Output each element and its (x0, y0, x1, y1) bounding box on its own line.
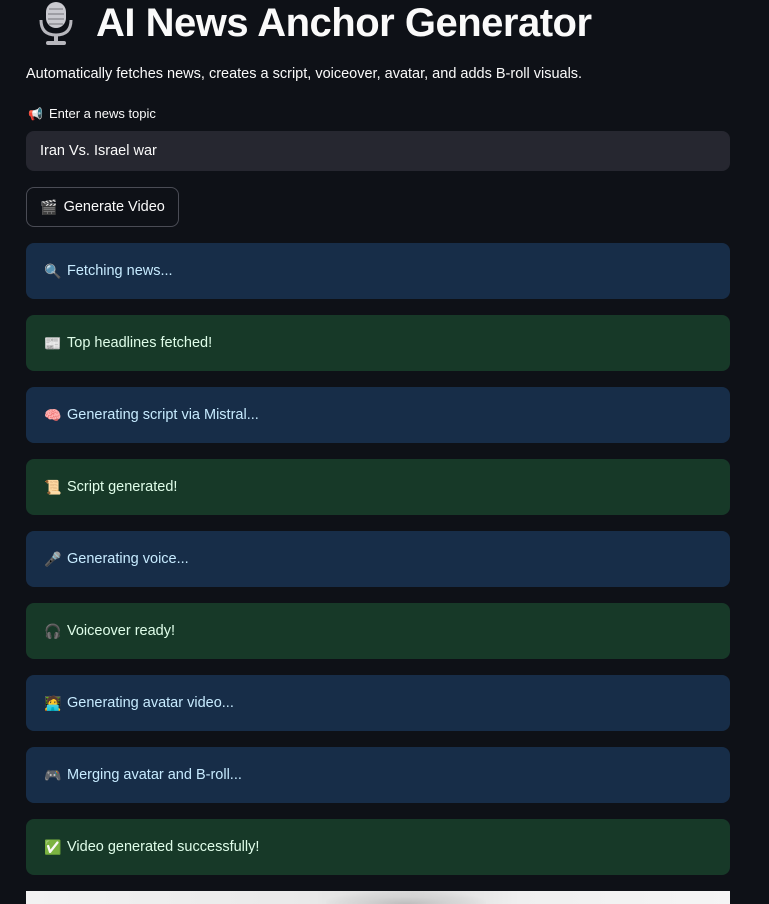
status-alert-text: Top headlines fetched! (67, 335, 213, 351)
technologist-icon: 🧑‍💻 (44, 694, 62, 711)
app-page: AI News Anchor Generator Automatically f… (0, 0, 769, 904)
scroll-icon: 📜 (44, 478, 62, 495)
status-alert-text: Generating voice... (67, 551, 189, 567)
status-alert-text: Script generated! (67, 479, 178, 495)
brain-icon: 🧠 (44, 406, 62, 423)
status-alert-text: Fetching news... (67, 263, 173, 279)
status-alert-merging-broll: 🎮 Merging avatar and B-roll... (26, 747, 730, 803)
status-alert-text: Generating avatar video... (67, 695, 234, 711)
status-alert-generating-avatar: 🧑‍💻 Generating avatar video... (26, 675, 730, 731)
status-alert-voiceover-ready: 🎧 Voiceover ready! (26, 603, 730, 659)
generate-video-button-label: Generate Video (63, 199, 165, 215)
status-alert-generating-voice: 🎤 Generating voice... (26, 531, 730, 587)
status-alert-generating-script: 🧠 Generating script via Mistral... (26, 387, 730, 443)
video-player-preview[interactable] (26, 891, 730, 904)
status-alert-text: Video generated successfully! (67, 839, 260, 855)
headphones-icon: 🎧 (44, 622, 62, 639)
status-alert-script-generated: 📜 Script generated! (26, 459, 730, 515)
newspaper-icon: 📰 (44, 334, 62, 351)
topic-input-label-text: Enter a news topic (48, 106, 156, 121)
video-frame-content (326, 891, 486, 904)
clapperboard-icon: 🎬 (40, 198, 58, 215)
check-mark-icon: ✅ (44, 838, 62, 855)
page-description: Automatically fetches news, creates a sc… (26, 66, 583, 82)
game-controller-icon: 🎮 (44, 766, 62, 783)
status-alert-video-success: ✅ Video generated successfully! (26, 819, 730, 875)
page-header: AI News Anchor Generator (36, 0, 592, 46)
topic-input-label: 📢 Enter a news topic (28, 106, 156, 121)
microphone-icon (39, 2, 73, 45)
status-alert-text: Voiceover ready! (67, 623, 176, 639)
status-alert-text: Merging avatar and B-roll... (67, 767, 242, 783)
status-alert-headlines-fetched: 📰 Top headlines fetched! (26, 315, 730, 371)
megaphone-icon: 📢 (28, 106, 43, 121)
microphone-small-icon: 🎤 (44, 550, 62, 567)
magnifier-icon: 🔍 (44, 262, 62, 279)
topic-input[interactable] (26, 131, 730, 171)
generate-video-button[interactable]: 🎬 Generate Video (26, 187, 179, 227)
status-alert-fetching-news: 🔍 Fetching news... (26, 243, 730, 299)
status-alert-text: Generating script via Mistral... (67, 407, 259, 423)
page-title: AI News Anchor Generator (96, 0, 592, 45)
